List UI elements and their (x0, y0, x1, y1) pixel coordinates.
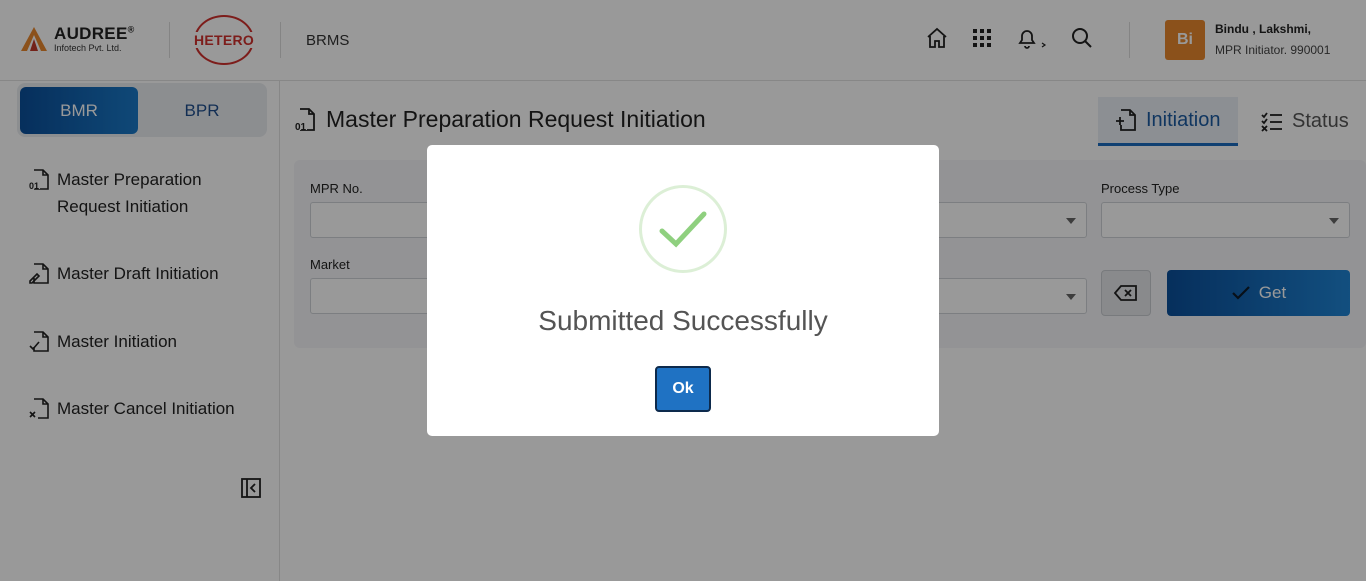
success-dialog: Submitted Successfully Ok (427, 145, 939, 436)
dialog-title: Submitted Successfully (538, 305, 828, 336)
ok-button[interactable]: Ok (655, 366, 711, 412)
success-check-icon (639, 185, 727, 273)
